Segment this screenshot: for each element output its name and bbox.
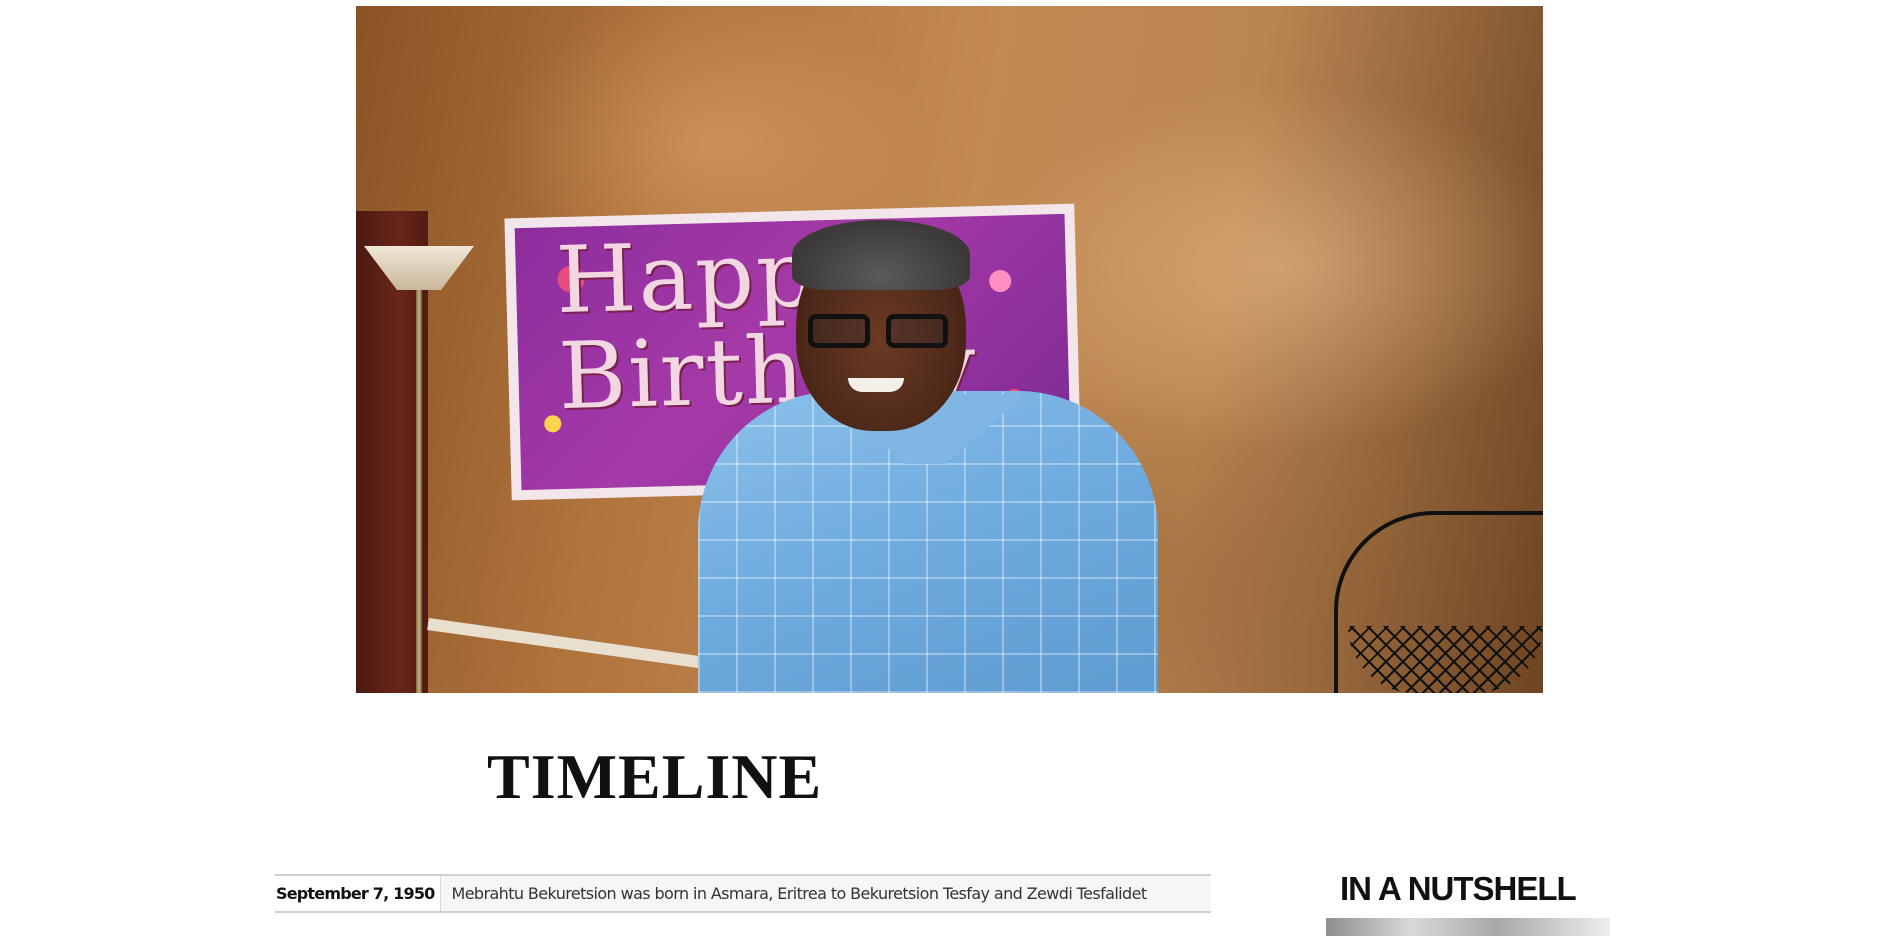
timeline-row: September 7, 1950 Mebrahtu Bekuretsion w… — [275, 875, 1211, 912]
page: Happy Birthday TIMELINE September 7, 195… — [0, 0, 1900, 936]
person-hair — [792, 220, 970, 290]
photo-lamp-pole — [416, 290, 422, 693]
glasses-lens-right — [886, 314, 948, 348]
timeline-table: September 7, 1950 Mebrahtu Bekuretsion w… — [275, 874, 1211, 934]
nutshell-image — [1326, 918, 1610, 936]
timeline-event-partial — [441, 912, 1211, 934]
timeline-row-partial — [275, 912, 1211, 934]
glasses-lens-left — [808, 314, 870, 348]
timeline-date: September 7, 1950 — [275, 875, 442, 912]
hero-photo: Happy Birthday — [356, 6, 1543, 693]
nutshell-heading: IN A NUTSHELL — [1340, 870, 1577, 907]
timeline-event: Mebrahtu Bekuretsion was born in Asmara,… — [440, 875, 1211, 912]
photo-wainscot — [427, 618, 726, 672]
person-glasses — [808, 314, 958, 348]
timeline-date-partial — [275, 912, 441, 934]
timeline-heading: TIMELINE — [487, 741, 823, 812]
person-smile — [848, 378, 904, 392]
